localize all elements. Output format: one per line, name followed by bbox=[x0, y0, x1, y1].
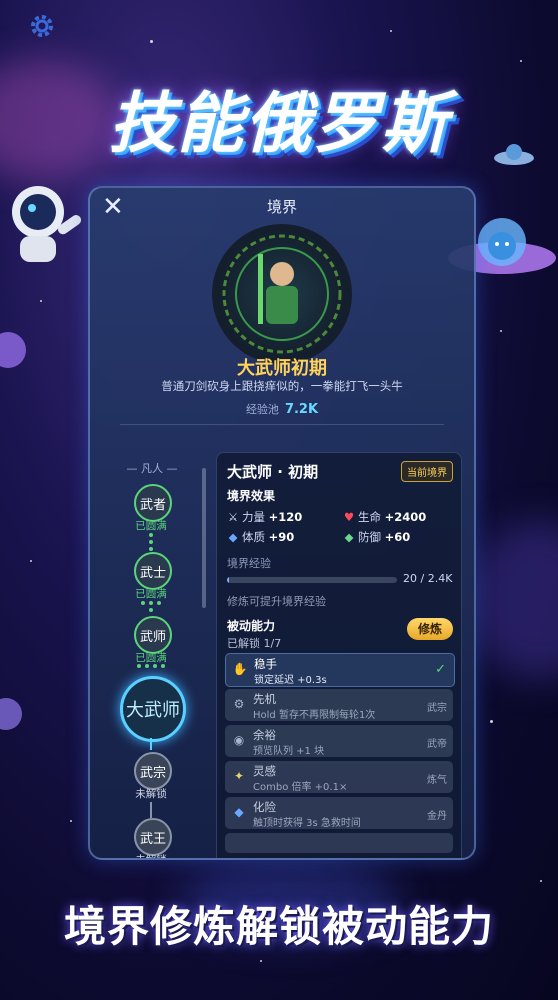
realm-path-scrollbar[interactable] bbox=[202, 468, 206, 608]
realm-node-wushi-master[interactable]: 武师 bbox=[134, 616, 172, 654]
skill-unlock-realm: 金丹 bbox=[427, 811, 447, 822]
skill-name: 灵感 bbox=[253, 764, 276, 778]
realm-node-status: 已圆满 bbox=[135, 520, 167, 532]
realm-node-wushi[interactable]: 武士 bbox=[134, 552, 172, 590]
realm-node-status: 未解锁 bbox=[135, 854, 167, 860]
check-icon: ✓ bbox=[435, 662, 446, 677]
settings-gear-icon[interactable] bbox=[26, 10, 58, 42]
stat-value: +90 bbox=[268, 530, 295, 544]
realm-name: 大武师初期 bbox=[237, 358, 327, 379]
defense-shield-icon: ◆ bbox=[344, 530, 354, 544]
passive-unlocked-count: 已解锁 1/7 bbox=[227, 637, 282, 650]
skill-item[interactable]: ⚙ 先机 Hold 暂存不再限制每轮1次 武宗 bbox=[225, 689, 453, 721]
skill-item[interactable]: ✋ 稳手 锁定延迟 +0.3s ✓ bbox=[225, 653, 455, 687]
shield-icon: ◆ bbox=[228, 530, 238, 544]
skill-desc: 触顶时获得 3s 急救时间 bbox=[253, 818, 361, 829]
heart-icon: ♥ bbox=[343, 510, 355, 524]
realm-stage-name: 大武师 · 初期 bbox=[227, 463, 319, 481]
exp-progress-value: 20 / 2.4K bbox=[403, 572, 453, 585]
stat-value: +2400 bbox=[384, 510, 427, 524]
current-realm-badge: 当前境界 bbox=[401, 461, 453, 482]
stat-label: 体质 bbox=[242, 530, 265, 544]
sparkle-icon: ✦ bbox=[233, 769, 245, 783]
exp-pool-value: 7.2K bbox=[284, 402, 319, 417]
realm-portrait bbox=[212, 224, 352, 364]
skill-name: 余裕 bbox=[253, 728, 276, 742]
skill-unlock-realm: 武帝 bbox=[427, 739, 447, 750]
realm-node-wuwang[interactable]: 武王 bbox=[134, 818, 172, 856]
skill-item[interactable]: ◆ 化险 触顶时获得 3s 急救时间 金丹 bbox=[225, 797, 453, 829]
panel-title: 境界 bbox=[266, 198, 297, 216]
swords-icon: ⚔ bbox=[227, 510, 239, 524]
skill-item[interactable]: ◉ 余裕 预览队列 +1 块 武帝 bbox=[225, 725, 453, 757]
skill-name: 先机 bbox=[253, 692, 276, 706]
realm-node-status: 已圆满 bbox=[135, 588, 167, 600]
divider bbox=[120, 424, 444, 425]
skill-item[interactable] bbox=[225, 833, 453, 853]
realm-node-wuzhe[interactable]: 武者 bbox=[134, 484, 172, 522]
realm-node-status: 已圆满 bbox=[135, 652, 167, 664]
exp-pool-label: 经验池 bbox=[245, 403, 279, 416]
realm-panel: ✕ 境界 大武师初期 普通刀剑砍身上跟挠痒似的，一拳能打飞一头牛 经验池 7.2K… bbox=[88, 186, 476, 860]
realm-node-label: 武士 bbox=[139, 565, 166, 581]
exp-progress-fill bbox=[227, 577, 229, 583]
realm-node-label: 大武师 bbox=[126, 700, 180, 721]
astronaut-illustration bbox=[0, 178, 96, 270]
stat-label: 力量 bbox=[242, 510, 265, 524]
realm-path: — 凡人 — 武者 已圆满 武士 已圆满 武师 已圆满 大武师 武宗 未解锁 武… bbox=[112, 456, 192, 858]
stat-strength: ⚔ 力量 +120 bbox=[227, 509, 302, 525]
shield-icon: ◆ bbox=[234, 805, 244, 819]
skill-desc: 锁定延迟 +0.3s bbox=[254, 675, 327, 686]
realm-node-label: 武师 bbox=[139, 629, 166, 645]
realm-node-label: 武者 bbox=[139, 497, 166, 513]
stat-label: 防御 bbox=[358, 530, 381, 544]
passive-title: 被动能力 bbox=[227, 619, 276, 633]
stat-value: +60 bbox=[384, 530, 411, 544]
realm-node-status: 未解锁 bbox=[135, 788, 167, 800]
skill-desc: Combo 倍率 +0.1× bbox=[253, 782, 348, 793]
exp-pool: 经验池 7.2K bbox=[90, 401, 474, 417]
hand-icon: ✋ bbox=[232, 662, 248, 676]
skill-item[interactable]: ✦ 灵感 Combo 倍率 +0.1× 炼气 bbox=[225, 761, 453, 793]
stat-label: 生命 bbox=[358, 510, 381, 524]
skill-name: 化险 bbox=[253, 800, 276, 814]
skill-unlock-realm: 炼气 bbox=[427, 775, 447, 786]
eye-icon: ◉ bbox=[233, 733, 245, 747]
skill-unlock-realm: 武宗 bbox=[427, 703, 447, 714]
realm-node-label: 武王 bbox=[139, 831, 166, 847]
realm-node-current[interactable]: 大武师 bbox=[120, 676, 186, 742]
exp-progress-bar bbox=[227, 577, 397, 583]
skill-name: 稳手 bbox=[254, 657, 277, 671]
stat-constitution: ◆ 体质 +90 bbox=[227, 529, 295, 545]
planet-illustration bbox=[0, 696, 24, 732]
exp-title: 境界经验 bbox=[227, 557, 271, 570]
gear-icon: ⚙ bbox=[233, 697, 245, 711]
skill-desc: 预览队列 +1 块 bbox=[253, 746, 325, 757]
promo-slogan: 境界修炼解锁被动能力 bbox=[63, 902, 494, 951]
train-button[interactable]: 修炼 bbox=[407, 618, 453, 640]
stat-value: +120 bbox=[268, 510, 303, 524]
realm-node-label: 武宗 bbox=[139, 765, 166, 781]
realm-tier-header: — 凡人 — bbox=[126, 462, 178, 475]
game-title: 技能俄罗斯 bbox=[109, 85, 449, 162]
realm-detail-card: 大武师 · 初期 当前境界 境界效果 ⚔ 力量 +120 ♥ 生命 +2400 ◆ 体… bbox=[216, 452, 462, 858]
effects-title: 境界效果 bbox=[227, 489, 276, 503]
stat-defense: ◆ 防御 +60 bbox=[343, 529, 411, 545]
realm-description: 普通刀剑砍身上跟挠痒似的，一拳能打飞一头牛 bbox=[161, 379, 403, 393]
skill-desc: Hold 暂存不再限制每轮1次 bbox=[253, 710, 376, 721]
planet-illustration bbox=[0, 330, 30, 370]
stat-health: ♥ 生命 +2400 bbox=[343, 509, 426, 525]
exp-hint: 修炼可提升境界经验 bbox=[227, 595, 326, 608]
realm-node-wuzong[interactable]: 武宗 bbox=[134, 752, 172, 790]
